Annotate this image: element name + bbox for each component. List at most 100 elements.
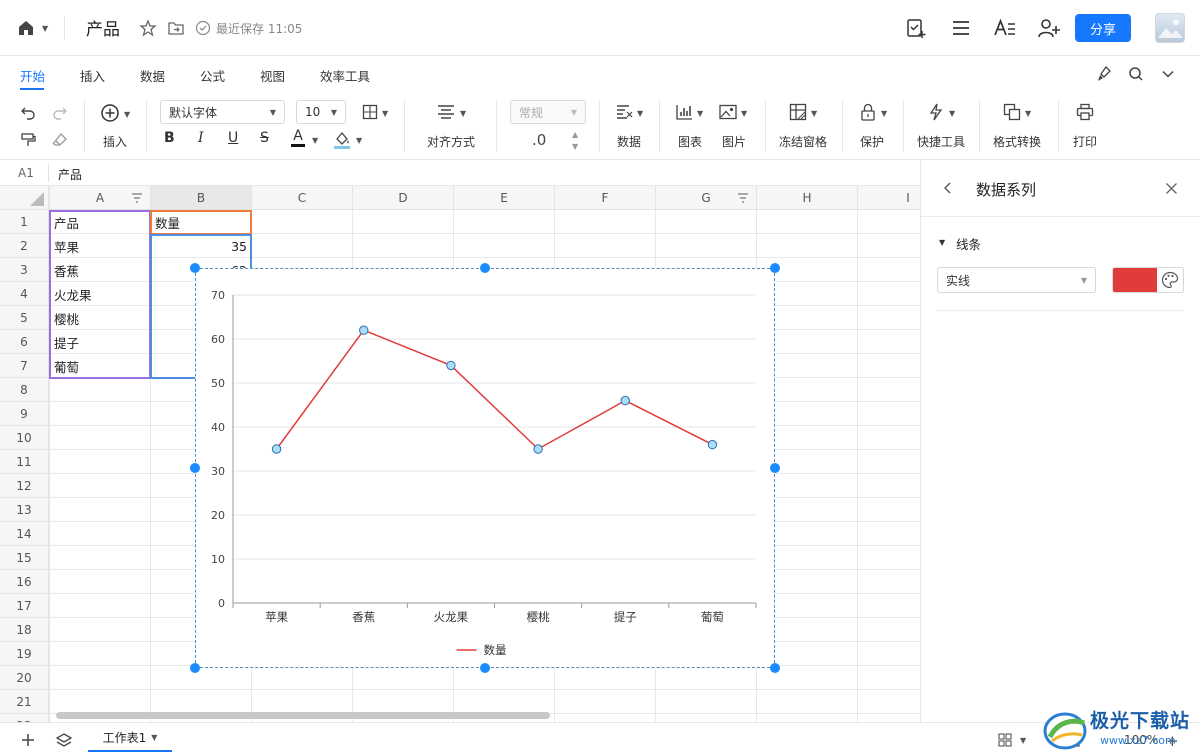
row-header-11[interactable]: 11 — [0, 450, 49, 474]
home-icon[interactable] — [14, 16, 38, 40]
border-chevron-icon[interactable]: ▼ — [382, 109, 388, 118]
freeze-label[interactable]: 冻结窗格 — [779, 133, 827, 150]
row-header-9[interactable]: 9 — [0, 402, 49, 426]
row-header-16[interactable]: 16 — [0, 570, 49, 594]
row-header-17[interactable]: 17 — [0, 594, 49, 618]
format-convert-chevron-icon[interactable]: ▼ — [1025, 109, 1031, 118]
row-header-19[interactable]: 19 — [0, 642, 49, 666]
number-format-select[interactable]: 常规 ▼ — [510, 100, 586, 124]
column-header-b[interactable]: B — [151, 186, 252, 210]
row-header-8[interactable]: 8 — [0, 378, 49, 402]
row-header-2[interactable]: 2 — [0, 234, 49, 258]
fill-color-icon[interactable] — [333, 130, 351, 150]
column-header-f[interactable]: F — [555, 186, 656, 210]
palette-icon[interactable] — [1161, 271, 1179, 292]
resize-handle-w[interactable] — [190, 463, 200, 473]
sheet-tab[interactable]: 工作表1 ▼ — [88, 724, 172, 752]
font-family-select[interactable]: 默认字体 ▼ — [160, 100, 285, 124]
fill-color-chevron-icon[interactable]: ▼ — [356, 136, 362, 145]
cell-a4[interactable]: 火龙果 — [50, 282, 150, 306]
resize-handle-s[interactable] — [480, 663, 490, 673]
share-button[interactable]: 分享 — [1075, 14, 1131, 42]
select-all-corner[interactable] — [0, 186, 49, 210]
line-chart[interactable]: 0 10 20 30 40 50 60 70 苹果 香蕉 火龙果 樱桃 提子 葡萄 数量 — [195, 268, 775, 668]
bold-button[interactable]: B — [164, 130, 175, 146]
add-sheet-icon[interactable] — [20, 732, 36, 751]
row-header-3[interactable]: 3 — [0, 258, 49, 282]
quick-tools-chevron-icon[interactable]: ▼ — [949, 109, 955, 118]
align-icon[interactable] — [436, 102, 456, 122]
cell-reference[interactable]: A1 — [18, 166, 34, 180]
freeze-chevron-icon[interactable]: ▼ — [811, 109, 817, 118]
resize-handle-e[interactable] — [770, 463, 780, 473]
close-icon[interactable] — [1165, 182, 1178, 198]
row-header-6[interactable]: 6 — [0, 330, 49, 354]
format-painter-icon[interactable] — [18, 130, 38, 150]
resize-handle-se[interactable] — [770, 663, 780, 673]
document-title[interactable]: 产品 — [86, 15, 120, 40]
row-header-7[interactable]: 7 — [0, 354, 49, 378]
resize-handle-n[interactable] — [480, 263, 490, 273]
tab-formula[interactable]: 公式 — [200, 66, 225, 85]
horizontal-scrollbar[interactable] — [56, 712, 550, 719]
row-header-14[interactable]: 14 — [0, 522, 49, 546]
font-color-chevron-icon[interactable]: ▼ — [312, 136, 318, 145]
lock-icon[interactable] — [858, 102, 878, 122]
section-expanded-caret-icon[interactable]: ▼ — [939, 238, 945, 247]
sheet-menu-chevron-icon[interactable]: ▼ — [151, 733, 157, 742]
column-header-d[interactable]: D — [353, 186, 454, 210]
insert-label[interactable]: 插入 — [103, 133, 127, 150]
freeze-panes-icon[interactable] — [788, 102, 808, 122]
printer-icon[interactable] — [1075, 102, 1095, 122]
column-header-c[interactable]: C — [252, 186, 353, 210]
protect-label[interactable]: 保护 — [860, 133, 884, 150]
row-header-18[interactable]: 18 — [0, 618, 49, 642]
cell-a1[interactable]: 产品 — [50, 210, 150, 234]
insert-plus-icon[interactable] — [98, 102, 122, 124]
undo-icon[interactable] — [18, 102, 38, 122]
layers-icon[interactable] — [55, 732, 73, 751]
filter-icon[interactable] — [131, 192, 143, 207]
data-table-icon[interactable] — [614, 102, 634, 122]
align-label[interactable]: 对齐方式 — [427, 133, 475, 150]
font-color-button[interactable]: A — [291, 129, 305, 147]
cell-a7[interactable]: 葡萄 — [50, 354, 150, 378]
redo-icon[interactable] — [50, 102, 70, 122]
section-line-label[interactable]: 线条 — [956, 234, 981, 253]
image-icon[interactable] — [718, 102, 738, 122]
row-header-21[interactable]: 21 — [0, 690, 49, 714]
font-size-select[interactable]: 10 ▼ — [296, 100, 346, 124]
column-header-e[interactable]: E — [454, 186, 555, 210]
text-format-icon[interactable] — [992, 16, 1018, 40]
filter-icon[interactable] — [737, 192, 749, 207]
line-color-swatch[interactable] — [1113, 268, 1157, 292]
format-convert-icon[interactable] — [1002, 102, 1022, 122]
add-collaborator-icon[interactable] — [1036, 16, 1062, 40]
format-convert-label[interactable]: 格式转换 — [993, 133, 1041, 150]
row-header-10[interactable]: 10 — [0, 426, 49, 450]
formula-input[interactable]: 产品 — [58, 166, 82, 183]
tab-insert[interactable]: 插入 — [80, 66, 105, 85]
decimal-decrease-chevron-icon[interactable]: ▼ — [572, 142, 578, 151]
line-style-select[interactable]: 实线 ▼ — [937, 267, 1096, 293]
insert-chevron-icon[interactable]: ▼ — [124, 110, 130, 119]
print-label[interactable]: 打印 — [1073, 133, 1097, 150]
avatar[interactable] — [1155, 13, 1185, 43]
lightning-icon[interactable] — [926, 102, 946, 122]
cell-a5[interactable]: 樱桃 — [50, 306, 150, 330]
chart-chevron-icon[interactable]: ▼ — [697, 109, 703, 118]
line-color-picker[interactable] — [1112, 267, 1184, 293]
cell-b2[interactable]: 35 — [151, 234, 251, 258]
strikethrough-button[interactable]: S — [260, 130, 269, 146]
cell-a3[interactable]: 香蕉 — [50, 258, 150, 282]
home-menu-chevron-icon[interactable]: ▼ — [42, 24, 48, 33]
view-mode-icon[interactable] — [998, 733, 1012, 750]
chart-icon[interactable] — [674, 102, 694, 122]
chart-label[interactable]: 图表 — [678, 133, 702, 150]
data-chevron-icon[interactable]: ▼ — [637, 109, 643, 118]
row-header-15[interactable]: 15 — [0, 546, 49, 570]
row-header-5[interactable]: 5 — [0, 306, 49, 330]
data-label[interactable]: 数据 — [617, 133, 641, 150]
row-header-4[interactable]: 4 — [0, 282, 49, 306]
italic-button[interactable]: I — [198, 130, 204, 146]
